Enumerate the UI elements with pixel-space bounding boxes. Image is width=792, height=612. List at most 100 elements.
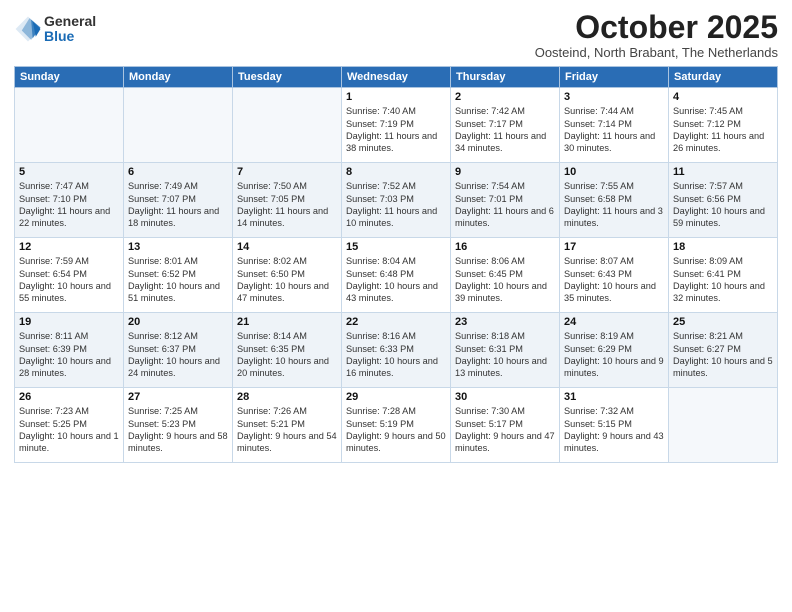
table-row: 1 Sunrise: 7:40 AM Sunset: 7:19 PM Daylig… — [342, 88, 451, 163]
table-row: 15 Sunrise: 8:04 AM Sunset: 6:48 PM Dayli… — [342, 238, 451, 313]
day-number: 28 — [237, 391, 337, 403]
day-info: Sunrise: 8:02 AM Sunset: 6:50 PM Dayligh… — [237, 255, 337, 305]
day-info: Sunrise: 7:54 AM Sunset: 7:01 PM Dayligh… — [455, 180, 555, 230]
day-info: Sunrise: 7:32 AM Sunset: 5:15 PM Dayligh… — [564, 405, 664, 455]
title-block: October 2025 Oosteind, North Brabant, Th… — [535, 10, 778, 60]
header-friday: Friday — [560, 67, 669, 88]
location-subtitle: Oosteind, North Brabant, The Netherlands — [535, 45, 778, 60]
day-number: 21 — [237, 316, 337, 328]
day-number: 29 — [346, 391, 446, 403]
day-number: 13 — [128, 241, 228, 253]
header: General Blue October 2025 Oosteind, Nort… — [14, 10, 778, 60]
table-row: 19 Sunrise: 8:11 AM Sunset: 6:39 PM Dayli… — [15, 313, 124, 388]
table-row: 17Sunrise: 8:07 AM Sunset: 6:43 PM Dayli… — [560, 238, 669, 313]
day-info: Sunrise: 7:44 AM Sunset: 7:14 PM Dayligh… — [564, 105, 664, 155]
page: General Blue October 2025 Oosteind, Nort… — [0, 0, 792, 612]
day-number: 27 — [128, 391, 228, 403]
header-wednesday: Wednesday — [342, 67, 451, 88]
day-info: Sunrise: 7:55 AM Sunset: 6:58 PM Dayligh… — [564, 180, 664, 230]
day-info: Sunrise: 8:16 AM Sunset: 6:33 PM Dayligh… — [346, 330, 446, 380]
table-row — [15, 88, 124, 163]
table-row: 25 Sunrise: 8:21 AM Sunset: 6:27 PM Dayli… — [669, 313, 778, 388]
calendar-table: Sunday Monday Tuesday Wednesday Thursday… — [14, 66, 778, 463]
day-info: Sunrise: 8:01 AM Sunset: 6:52 PM Dayligh… — [128, 255, 228, 305]
table-row: 30 Sunrise: 7:30 AM Sunset: 5:17 PM Dayli… — [451, 388, 560, 463]
day-number: 4 — [673, 91, 773, 103]
day-info: Sunrise: 7:40 AM Sunset: 7:19 PM Dayligh… — [346, 105, 446, 155]
day-number: 14 — [237, 241, 337, 253]
day-info: Sunrise: 7:57 AM Sunset: 6:56 PM Dayligh… — [673, 180, 773, 230]
day-info: Sunrise: 7:30 AM Sunset: 5:17 PM Dayligh… — [455, 405, 555, 455]
day-number: 12 — [19, 241, 119, 253]
table-row: 8 Sunrise: 7:52 AM Sunset: 7:03 PM Daylig… — [342, 163, 451, 238]
calendar-week-row: 5 Sunrise: 7:47 AM Sunset: 7:10 PM Daylig… — [15, 163, 778, 238]
table-row: 14 Sunrise: 8:02 AM Sunset: 6:50 PM Dayli… — [233, 238, 342, 313]
table-row: 27Sunrise: 7:25 AM Sunset: 5:23 PM Dayli… — [124, 388, 233, 463]
table-row: 5 Sunrise: 7:47 AM Sunset: 7:10 PM Daylig… — [15, 163, 124, 238]
day-info: Sunrise: 7:47 AM Sunset: 7:10 PM Dayligh… — [19, 180, 119, 230]
day-info: Sunrise: 7:50 AM Sunset: 7:05 PM Dayligh… — [237, 180, 337, 230]
day-number: 6 — [128, 166, 228, 178]
header-saturday: Saturday — [669, 67, 778, 88]
day-info: Sunrise: 8:11 AM Sunset: 6:39 PM Dayligh… — [19, 330, 119, 380]
table-row: 20Sunrise: 8:12 AM Sunset: 6:37 PM Dayli… — [124, 313, 233, 388]
day-info: Sunrise: 8:04 AM Sunset: 6:48 PM Dayligh… — [346, 255, 446, 305]
day-number: 19 — [19, 316, 119, 328]
day-info: Sunrise: 8:19 AM Sunset: 6:29 PM Dayligh… — [564, 330, 664, 380]
table-row: 21Sunrise: 8:14 AM Sunset: 6:35 PM Dayli… — [233, 313, 342, 388]
table-row: 16Sunrise: 8:06 AM Sunset: 6:45 PM Dayli… — [451, 238, 560, 313]
month-title: October 2025 — [535, 10, 778, 45]
calendar-week-row: 26 Sunrise: 7:23 AM Sunset: 5:25 PM Dayli… — [15, 388, 778, 463]
table-row: 11 Sunrise: 7:57 AM Sunset: 6:56 PM Dayli… — [669, 163, 778, 238]
day-number: 11 — [673, 166, 773, 178]
day-number: 26 — [19, 391, 119, 403]
header-thursday: Thursday — [451, 67, 560, 88]
day-number: 10 — [564, 166, 664, 178]
day-info: Sunrise: 7:42 AM Sunset: 7:17 PM Dayligh… — [455, 105, 555, 155]
table-row: 22Sunrise: 8:16 AM Sunset: 6:33 PM Dayli… — [342, 313, 451, 388]
day-number: 25 — [673, 316, 773, 328]
day-number: 2 — [455, 91, 555, 103]
logo-icon — [14, 15, 42, 43]
table-row: 31 Sunrise: 7:32 AM Sunset: 5:15 PM Dayli… — [560, 388, 669, 463]
table-row: 4Sunrise: 7:45 AM Sunset: 7:12 PM Daylig… — [669, 88, 778, 163]
day-number: 9 — [455, 166, 555, 178]
logo: General Blue — [14, 14, 96, 45]
day-number: 18 — [673, 241, 773, 253]
day-info: Sunrise: 8:06 AM Sunset: 6:45 PM Dayligh… — [455, 255, 555, 305]
table-row: 24 Sunrise: 8:19 AM Sunset: 6:29 PM Dayli… — [560, 313, 669, 388]
day-number: 8 — [346, 166, 446, 178]
day-info: Sunrise: 8:21 AM Sunset: 6:27 PM Dayligh… — [673, 330, 773, 380]
day-info: Sunrise: 8:07 AM Sunset: 6:43 PM Dayligh… — [564, 255, 664, 305]
day-number: 15 — [346, 241, 446, 253]
weekday-header-row: Sunday Monday Tuesday Wednesday Thursday… — [15, 67, 778, 88]
day-info: Sunrise: 8:18 AM Sunset: 6:31 PM Dayligh… — [455, 330, 555, 380]
logo-text: General Blue — [44, 14, 96, 45]
day-info: Sunrise: 7:59 AM Sunset: 6:54 PM Dayligh… — [19, 255, 119, 305]
day-info: Sunrise: 7:23 AM Sunset: 5:25 PM Dayligh… — [19, 405, 119, 455]
table-row: 7Sunrise: 7:50 AM Sunset: 7:05 PM Daylig… — [233, 163, 342, 238]
table-row: 9 Sunrise: 7:54 AM Sunset: 7:01 PM Daylig… — [451, 163, 560, 238]
table-row — [233, 88, 342, 163]
logo-general: General — [44, 14, 96, 29]
day-info: Sunrise: 7:52 AM Sunset: 7:03 PM Dayligh… — [346, 180, 446, 230]
calendar-week-row: 12 Sunrise: 7:59 AM Sunset: 6:54 PM Dayli… — [15, 238, 778, 313]
table-row: 13 Sunrise: 8:01 AM Sunset: 6:52 PM Dayli… — [124, 238, 233, 313]
day-number: 1 — [346, 91, 446, 103]
header-monday: Monday — [124, 67, 233, 88]
table-row: 23Sunrise: 8:18 AM Sunset: 6:31 PM Dayli… — [451, 313, 560, 388]
day-info: Sunrise: 7:26 AM Sunset: 5:21 PM Dayligh… — [237, 405, 337, 455]
calendar-week-row: 1 Sunrise: 7:40 AM Sunset: 7:19 PM Daylig… — [15, 88, 778, 163]
day-number: 24 — [564, 316, 664, 328]
table-row: 28 Sunrise: 7:26 AM Sunset: 5:21 PM Dayli… — [233, 388, 342, 463]
day-number: 30 — [455, 391, 555, 403]
day-number: 3 — [564, 91, 664, 103]
day-info: Sunrise: 8:09 AM Sunset: 6:41 PM Dayligh… — [673, 255, 773, 305]
logo-blue: Blue — [44, 29, 96, 44]
day-number: 5 — [19, 166, 119, 178]
table-row: 2 Sunrise: 7:42 AM Sunset: 7:17 PM Daylig… — [451, 88, 560, 163]
day-number: 31 — [564, 391, 664, 403]
header-sunday: Sunday — [15, 67, 124, 88]
table-row — [669, 388, 778, 463]
day-info: Sunrise: 7:49 AM Sunset: 7:07 PM Dayligh… — [128, 180, 228, 230]
